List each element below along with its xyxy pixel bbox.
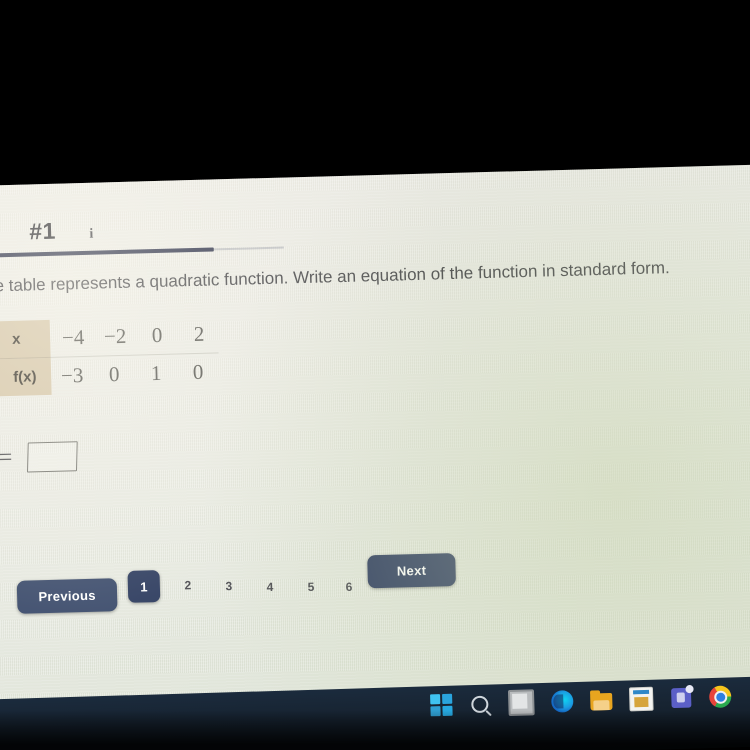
edge-icon[interactable] xyxy=(550,690,574,713)
page-number-1[interactable]: 1 xyxy=(127,570,161,603)
cell-fx-1: 0 xyxy=(92,355,136,394)
chrome-icon[interactable] xyxy=(708,685,732,709)
cell-fx-0: −3 xyxy=(50,356,94,395)
cell-x-3: 2 xyxy=(193,321,205,346)
page-number-6[interactable]: 6 xyxy=(340,578,358,596)
question-navigation: Previous 1 2 3 4 5 6 Next xyxy=(0,552,493,616)
laptop-screen: #1 i The table represents a quadratic fu… xyxy=(0,163,750,746)
cell-x-0: −4 xyxy=(61,324,85,350)
page-number-3[interactable]: 3 xyxy=(220,577,238,595)
next-button[interactable]: Next xyxy=(367,553,456,589)
teams-icon[interactable] xyxy=(671,687,692,709)
function-value-table: x −4 −2 0 2 f(x) −3 0 1 0 xyxy=(0,315,220,397)
page-number-4[interactable]: 4 xyxy=(261,578,279,596)
microsoft-store-icon[interactable] xyxy=(628,686,654,712)
previous-button[interactable]: Previous xyxy=(16,578,118,614)
answer-row: y = xyxy=(0,441,78,474)
answer-input[interactable] xyxy=(27,441,78,473)
table-row: f(x) −3 0 1 0 xyxy=(0,352,220,397)
info-icon[interactable]: i xyxy=(89,227,93,243)
cell-x-1: −2 xyxy=(103,323,127,349)
photo-of-laptop-screen: #1 i The table represents a quadratic fu… xyxy=(0,0,750,750)
file-explorer-icon[interactable] xyxy=(590,692,613,711)
quiz-page: #1 i The table represents a quadratic fu… xyxy=(0,173,750,713)
cell-fx-3: 0 xyxy=(176,352,220,392)
cell-fx-2: 1 xyxy=(134,353,178,393)
page-number-5[interactable]: 5 xyxy=(302,578,320,596)
task-view-icon[interactable] xyxy=(507,689,535,717)
answer-label: y = xyxy=(0,443,14,472)
page-number-2[interactable]: 2 xyxy=(179,576,197,594)
taskbar-icon-tray xyxy=(430,683,732,718)
cell-x-2: 0 xyxy=(151,322,163,348)
tab-question-number[interactable]: #1 xyxy=(29,218,56,246)
row-header-x: x xyxy=(0,319,51,360)
row-header-fx: f(x) xyxy=(0,357,52,397)
windows-start-icon[interactable] xyxy=(430,693,453,717)
question-prompt: The table represents a quadratic functio… xyxy=(0,258,670,296)
search-icon[interactable] xyxy=(469,693,492,716)
